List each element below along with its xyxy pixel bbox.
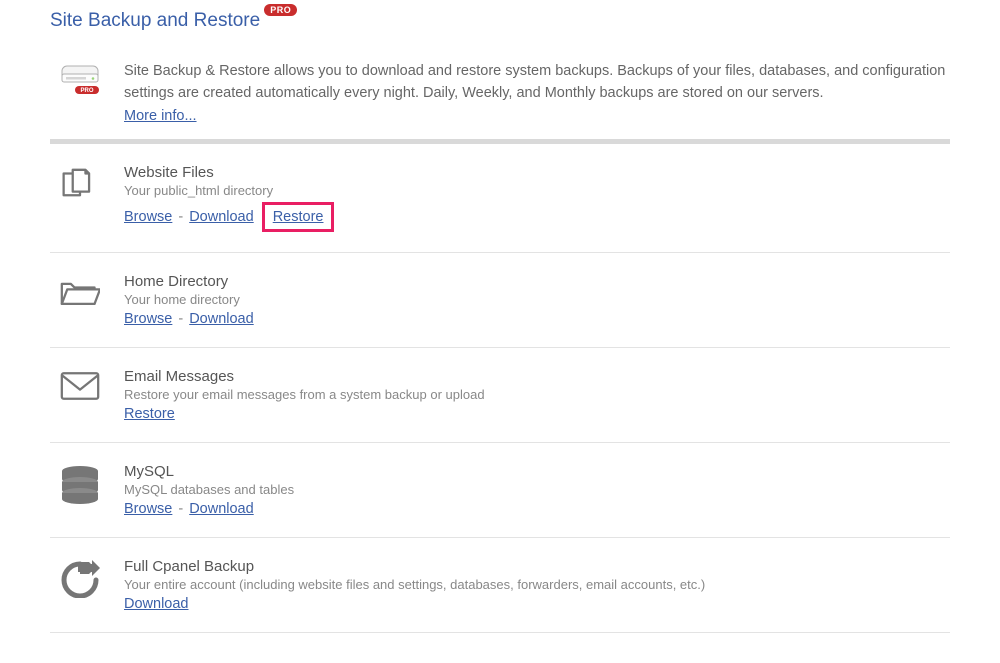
home-directory-desc: Your home directory (124, 292, 950, 307)
envelope-icon (60, 368, 100, 402)
website-files-desc: Your public_html directory (124, 183, 950, 198)
drive-icon: PRO (60, 60, 100, 94)
mysql-title: MySQL (124, 463, 950, 480)
section-full-cpanel: Full Cpanel Backup Your entire account (… (50, 538, 950, 633)
page-title: Site Backup and Restore PRO (50, 10, 950, 32)
more-info-link[interactable]: More info... (124, 108, 197, 124)
email-messages-desc: Restore your email messages from a syste… (124, 387, 950, 402)
export-icon (60, 558, 100, 598)
restore-highlight: Restore (262, 202, 335, 232)
mysql-browse-link[interactable]: Browse (124, 501, 172, 517)
website-files-download-link[interactable]: Download (189, 209, 254, 225)
svg-text:PRO: PRO (80, 88, 93, 94)
separator: - (178, 501, 183, 517)
full-cpanel-title: Full Cpanel Backup (124, 558, 950, 575)
section-email-messages: Email Messages Restore your email messag… (50, 348, 950, 443)
full-cpanel-download-link[interactable]: Download (124, 596, 189, 612)
intro-text: Site Backup & Restore allows you to down… (124, 60, 950, 127)
website-files-restore-link[interactable]: Restore (273, 209, 324, 225)
section-home-directory: Home Directory Your home directory Brows… (50, 253, 950, 348)
files-icon (60, 164, 100, 210)
website-files-browse-link[interactable]: Browse (124, 209, 172, 225)
home-directory-browse-link[interactable]: Browse (124, 311, 172, 327)
section-website-files: Website Files Your public_html directory… (50, 144, 950, 253)
full-cpanel-desc: Your entire account (including website f… (124, 577, 950, 592)
home-directory-title: Home Directory (124, 273, 950, 290)
folder-icon (60, 273, 100, 311)
mysql-desc: MySQL databases and tables (124, 482, 950, 497)
separator: - (178, 209, 183, 225)
section-mysql: MySQL MySQL databases and tables Browse … (50, 443, 950, 538)
email-messages-title: Email Messages (124, 368, 950, 385)
separator: - (178, 311, 183, 327)
intro-block: PRO Site Backup & Restore allows you to … (50, 40, 950, 144)
email-messages-restore-link[interactable]: Restore (124, 406, 175, 422)
website-files-title: Website Files (124, 164, 950, 181)
intro-description: Site Backup & Restore allows you to down… (124, 63, 945, 101)
pro-badge: PRO (264, 4, 297, 16)
mysql-download-link[interactable]: Download (189, 501, 254, 517)
database-icon (60, 463, 100, 505)
page-title-text: Site Backup and Restore (50, 10, 260, 32)
home-directory-download-link[interactable]: Download (189, 311, 254, 327)
